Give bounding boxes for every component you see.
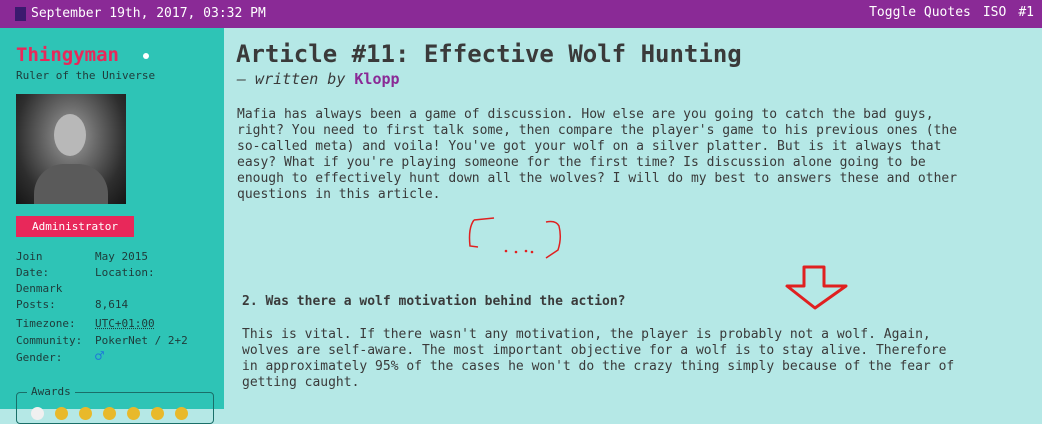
user-sidebar: Thingyman Ruler of the Universe Administ…	[0, 28, 224, 424]
section-line: This is vital. If there wasn't any motiv…	[242, 327, 931, 342]
awards-label: Awards	[27, 385, 75, 398]
author-name: Klopp	[354, 70, 400, 88]
info-label: Denmark	[16, 282, 63, 295]
document-icon	[15, 7, 26, 21]
online-status-icon	[143, 53, 149, 59]
iso-link[interactable]: ISO	[983, 5, 1006, 20]
avatar-body	[34, 164, 108, 204]
intro-line: enough to effectively hunt down all the …	[237, 171, 958, 186]
info-value: May 2015	[95, 250, 148, 263]
scribble-left-bracket	[468, 219, 479, 248]
byline-prefix: – written by	[237, 70, 346, 88]
scribble-dot	[530, 250, 534, 254]
info-label: Date:	[16, 266, 50, 279]
male-gender-icon: ♂	[95, 347, 105, 365]
info-row-community: Community: PokerNet / 2+2	[16, 334, 188, 347]
intro-line: so-called meta) and voila! You've got yo…	[237, 139, 942, 154]
scribble-top-left	[473, 217, 495, 221]
section-heading: 2. Was there a wolf motivation behind th…	[242, 294, 626, 309]
info-row-posts: Posts: 8,614	[16, 298, 128, 311]
scribble-dot	[504, 249, 508, 253]
intro-line: questions in this article.	[237, 187, 441, 202]
awards-box: Awards	[16, 385, 214, 424]
info-row-location: Denmark	[16, 282, 62, 295]
info-value: PokerNet / 2+2	[95, 334, 188, 347]
role-badge: Administrator	[16, 216, 134, 237]
avatar-face	[54, 114, 86, 156]
info-label: Gender:	[16, 351, 63, 364]
avatar[interactable]	[16, 94, 126, 204]
info-label: Join	[16, 250, 43, 263]
intro-line: Mafia has always been a game of discussi…	[237, 107, 934, 122]
info-row-date: Date: Location:	[16, 266, 155, 279]
info-row-join: Join May 2015	[16, 250, 148, 263]
post-number-link[interactable]: #1	[1018, 5, 1034, 20]
post-content: Article #11: Effective Wolf Hunting – wr…	[224, 28, 1042, 409]
info-label: Community:	[16, 334, 83, 347]
post-header-bar: September 19th, 2017, 03:32 PM Toggle Qu…	[0, 0, 1042, 28]
ellipsis-scribble-annotation	[468, 217, 562, 259]
toggle-quotes-link[interactable]: Toggle Quotes	[869, 5, 971, 20]
article-title: Article #11: Effective Wolf Hunting	[236, 40, 742, 68]
user-title: Ruler of the Universe	[16, 69, 156, 82]
intro-line: right? You need to first talk some, then…	[237, 123, 958, 138]
scribble-right-bracket	[545, 220, 562, 259]
info-value: 8,614	[95, 298, 129, 311]
username-link[interactable]: Thingyman	[16, 44, 119, 66]
byline: – written by Klopp	[237, 70, 400, 88]
timezone-value[interactable]: UTC+01:00	[95, 317, 155, 330]
post-date: September 19th, 2017, 03:32 PM	[31, 6, 266, 21]
section-line: in approximately 95% of the cases he won…	[242, 359, 955, 374]
section-line: wolves are self-aware. The most importan…	[242, 343, 947, 358]
info-value: Location:	[95, 266, 155, 279]
section-line: getting caught.	[242, 375, 360, 390]
info-row-timezone: Timezone: UTC+01:00	[16, 317, 155, 330]
info-row-gender: Gender: ♂	[16, 347, 104, 365]
info-label: Timezone:	[16, 317, 76, 330]
info-label: Posts:	[16, 298, 56, 311]
scribble-dot	[524, 249, 528, 253]
down-arrow-icon	[785, 265, 848, 310]
scribble-dot	[514, 250, 518, 254]
intro-line: easy? What if you're playing someone for…	[237, 155, 926, 170]
down-arrow-annotation	[785, 265, 848, 310]
